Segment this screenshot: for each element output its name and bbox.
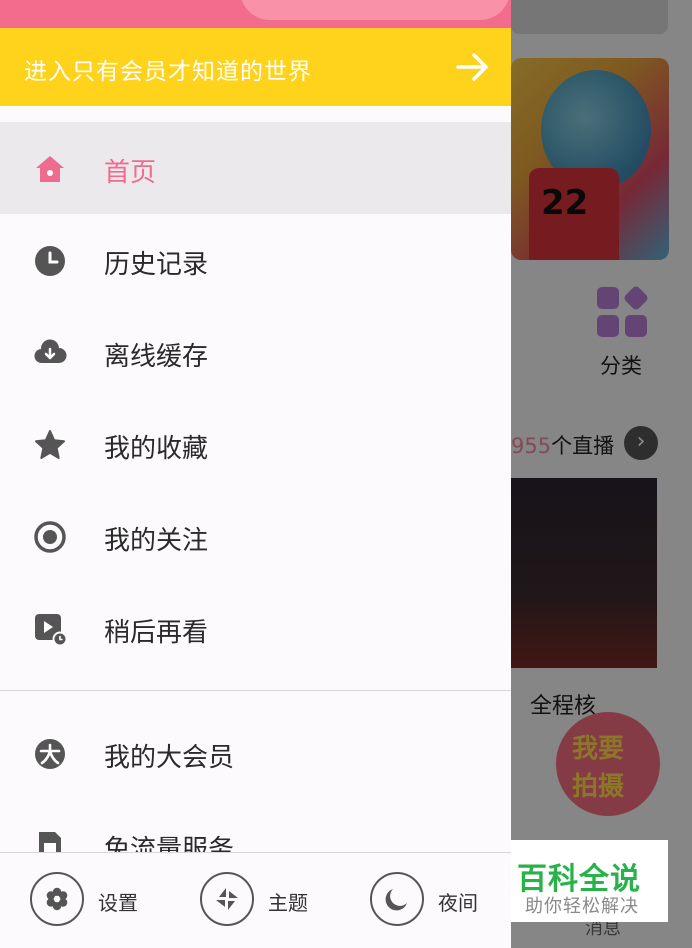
watermark-subtitle: 助你轻松解决 (525, 896, 639, 917)
cloud-download-icon (34, 339, 67, 364)
theme-button-circle (200, 872, 254, 926)
drawer-menu: 首页 历史记录 离线缓存 我的收藏 我的关注 稍后再看 (0, 122, 511, 674)
clock-icon (35, 246, 65, 276)
menu-item-label: 我的关注 (104, 526, 209, 556)
menu-item-label: 稍后再看 (104, 618, 209, 648)
night-mode-button-circle (370, 872, 424, 926)
home-icon (36, 156, 64, 182)
theme-icon (216, 888, 238, 910)
target-icon (34, 521, 66, 553)
header-decoration (240, 0, 510, 20)
settings-button-circle (30, 872, 84, 926)
menu-item-label: 离线缓存 (104, 342, 209, 372)
menu-item-following[interactable]: 我的关注 (0, 490, 511, 582)
play-later-icon (35, 614, 67, 646)
menu-divider (0, 690, 511, 691)
watermark: 百科全说 助你轻松解决 (511, 840, 668, 922)
menu-item-favorites[interactable]: 我的收藏 (0, 398, 511, 490)
menu-item-history[interactable]: 历史记录 (0, 214, 511, 306)
drawer-header (0, 0, 511, 28)
moon-icon (385, 889, 407, 911)
menu-item-label: 首页 (104, 158, 157, 188)
drawer-bottom-bar: 设置 主题 夜间 (0, 852, 511, 948)
menu-item-home[interactable]: 首页 (0, 122, 511, 214)
menu-item-label: 历史记录 (104, 250, 209, 280)
vip-icon (35, 739, 65, 769)
gear-icon (46, 887, 68, 911)
vip-banner-text: 进入只有会员才知道的世界 (24, 59, 312, 85)
theme-label: 主题 (268, 891, 308, 915)
night-mode-label: 夜间 (438, 891, 478, 915)
settings-label: 设置 (98, 891, 138, 915)
arrow-right-icon (456, 53, 488, 81)
menu-item-watch-later[interactable]: 稍后再看 (0, 582, 511, 674)
navigation-drawer: 进入只有会员才知道的世界 首页 历史记录 离线缓存 我的收藏 我的关注 稍后再看… (0, 0, 511, 948)
star-icon (35, 430, 65, 459)
menu-item-label: 我的大会员 (104, 743, 235, 773)
menu-item-big-vip[interactable]: 我的大会员 (0, 707, 511, 799)
menu-item-offline-cache[interactable]: 离线缓存 (0, 306, 511, 398)
menu-item-label: 我的收藏 (104, 434, 209, 464)
vip-banner[interactable]: 进入只有会员才知道的世界 (0, 28, 511, 106)
